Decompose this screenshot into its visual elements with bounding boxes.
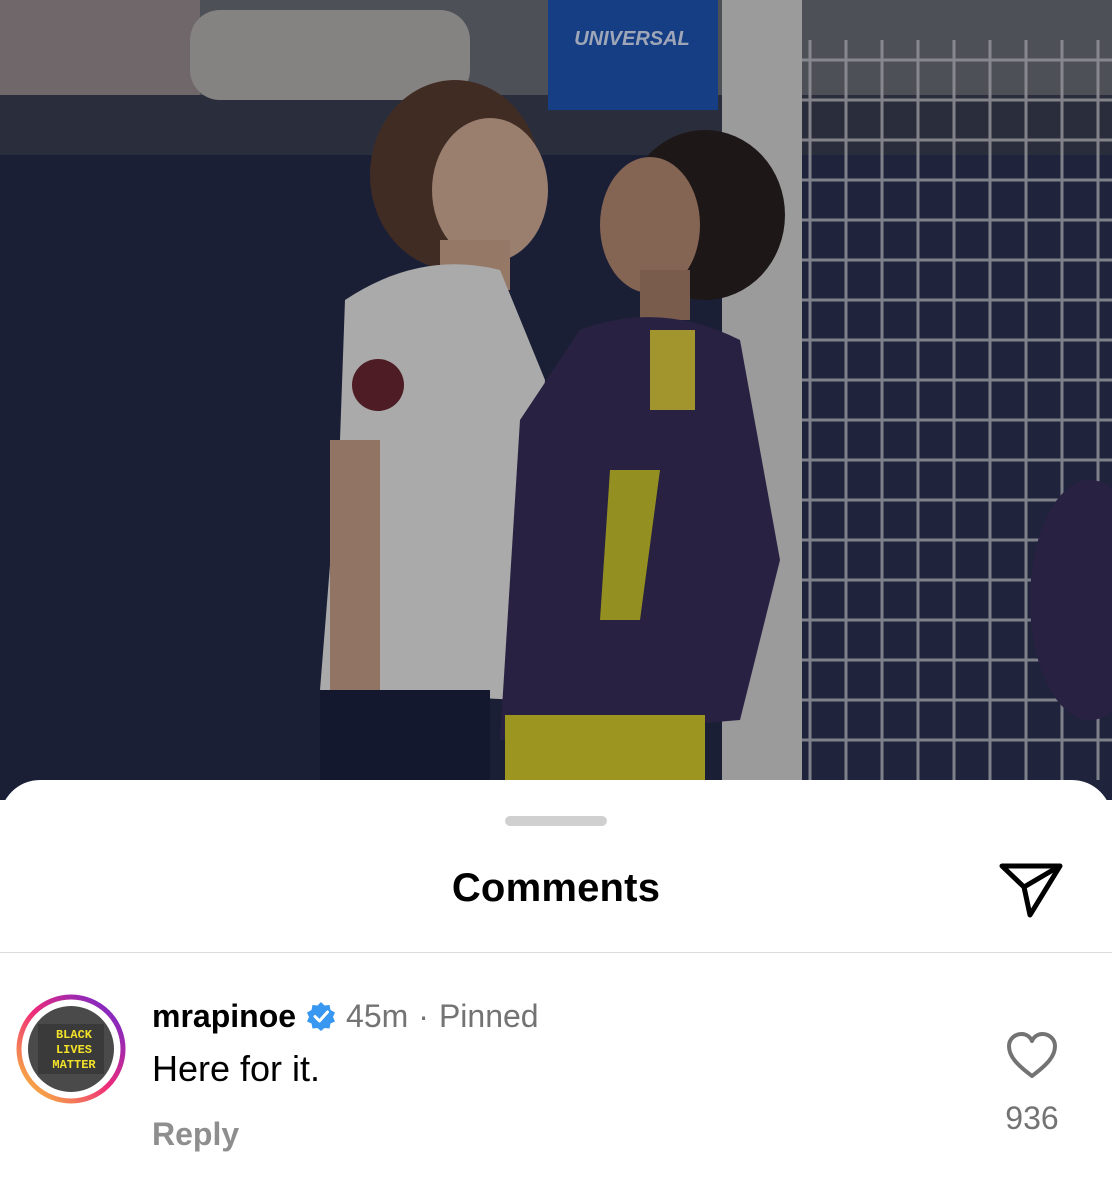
post-media[interactable]: UNIVERSAL [0, 0, 1112, 800]
reply-button[interactable]: Reply [152, 1116, 239, 1153]
sheet-header-divider [0, 952, 1112, 953]
comment-timestamp: 45m [346, 997, 409, 1034]
like-button[interactable] [1006, 1032, 1058, 1080]
comment-username[interactable]: mrapinoe [152, 998, 296, 1035]
media-dim-overlay [0, 0, 1112, 800]
avatar-image: BLACK LIVES MATTER [16, 994, 126, 1104]
avatar-text-line2: LIVES [56, 1043, 92, 1057]
pinned-label: Pinned [438, 997, 539, 1034]
comments-sheet: Comments BLACK LIVES MATTER mrapinoe 45m… [0, 780, 1112, 1200]
instagram-comments-screen: UNIVERSAL Comments BLACK LIVES MATTER mr… [0, 0, 1112, 1200]
meta-separator: · [418, 997, 429, 1034]
verified-badge-icon [307, 1002, 336, 1031]
avatar-text-line3: MATTER [52, 1058, 96, 1072]
verified-badge [306, 1001, 336, 1031]
sheet-title: Comments [451, 866, 661, 910]
paper-plane-icon [999, 863, 1063, 918]
avatar-text-line1: BLACK [56, 1028, 93, 1042]
avatar[interactable]: BLACK LIVES MATTER [16, 994, 126, 1104]
share-button[interactable] [998, 860, 1064, 920]
comment-header: mrapinoe 45m · Pinned [152, 994, 539, 1038]
heart-outline-icon [1007, 1032, 1057, 1078]
like-count: 936 [1005, 1100, 1059, 1136]
sheet-drag-handle[interactable] [505, 816, 607, 826]
comment-text: Here for it. [152, 1048, 321, 1089]
